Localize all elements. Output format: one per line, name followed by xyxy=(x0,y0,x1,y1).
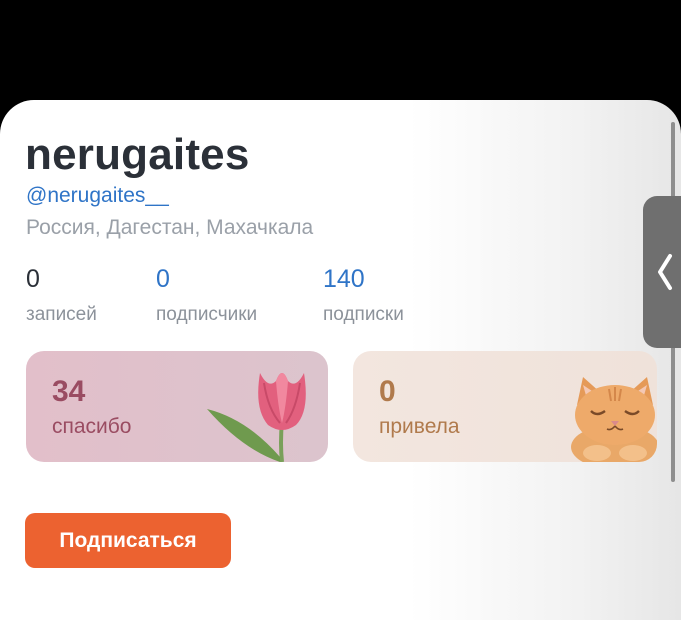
stat-following[interactable]: 140 подписки xyxy=(323,266,404,326)
invited-tile[interactable]: 0 привела xyxy=(353,351,657,462)
stat-followers[interactable]: 0 подписчики xyxy=(156,266,257,326)
thanks-label: спасибо xyxy=(52,415,132,438)
side-panel-handle[interactable] xyxy=(643,196,681,348)
invited-label: привела xyxy=(379,415,460,438)
stat-following-label: подписки xyxy=(323,304,404,325)
tulip-icon xyxy=(207,373,306,462)
profile-location: Россия, Дагестан, Махачкала xyxy=(26,216,314,239)
stat-followers-label: подписчики xyxy=(156,304,258,325)
stat-posts[interactable]: 0 записей xyxy=(26,266,97,326)
stat-following-value: 140 xyxy=(323,265,365,293)
profile-name: nerugaites xyxy=(25,130,250,179)
stat-posts-label: записей xyxy=(26,304,97,325)
stat-posts-value: 0 xyxy=(26,265,40,293)
profile-handle-link[interactable]: @nerugaites__ xyxy=(26,184,169,208)
subscribe-button[interactable]: Подписаться xyxy=(25,513,231,568)
thanks-tile[interactable]: 34 спасибо xyxy=(26,351,328,462)
kitten-icon xyxy=(571,377,657,462)
stat-followers-value: 0 xyxy=(156,265,170,293)
chevron-left-icon xyxy=(658,254,672,290)
profile-card: nerugaites @nerugaites__ Россия, Дагеста… xyxy=(0,100,681,620)
thanks-count: 34 xyxy=(52,375,86,408)
invited-count: 0 xyxy=(379,375,396,408)
